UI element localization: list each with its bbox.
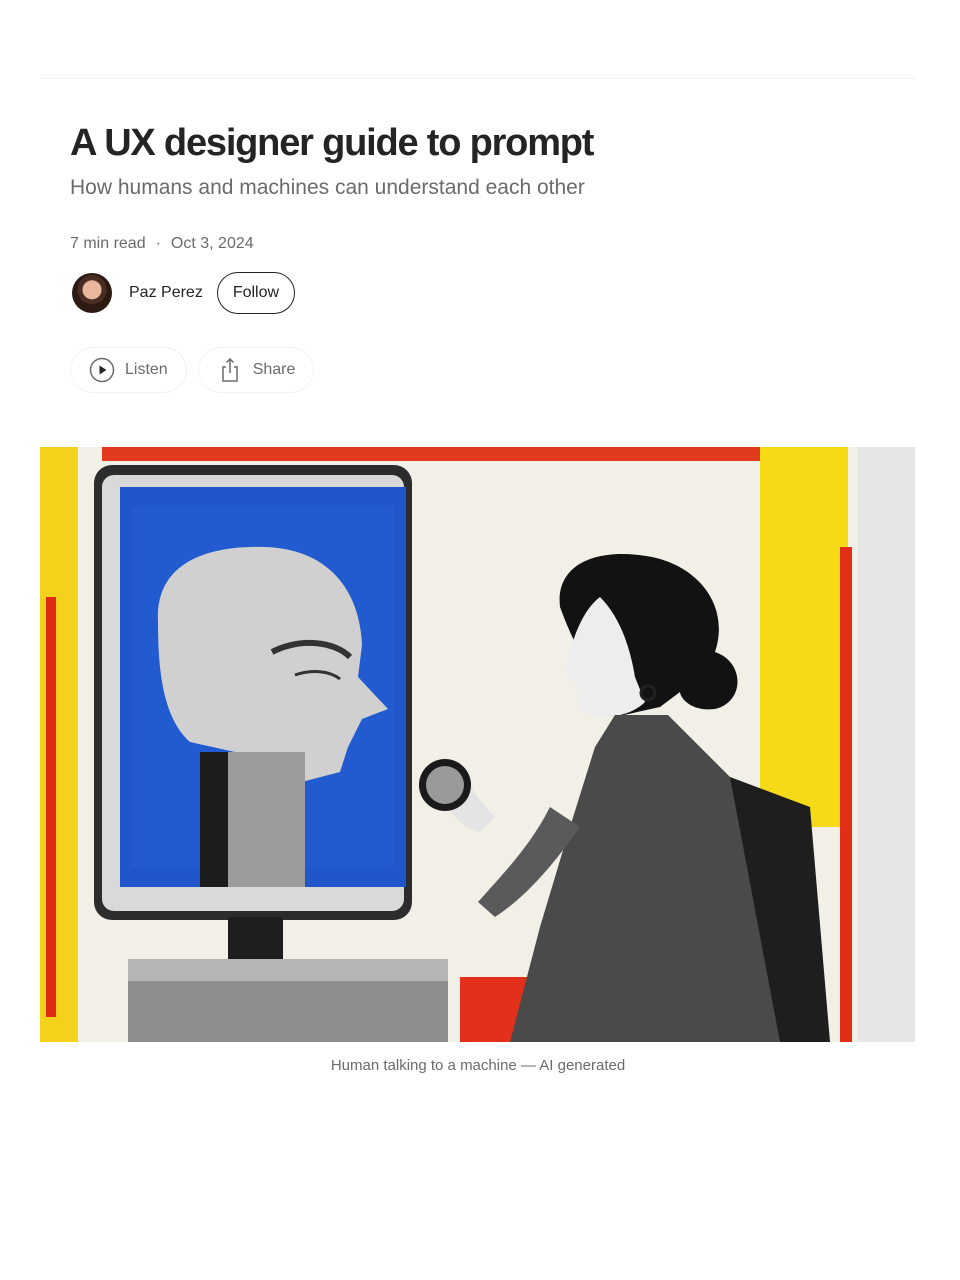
top-divider	[40, 78, 916, 79]
meta-separator: ·	[155, 235, 161, 252]
share-button[interactable]: Share	[197, 347, 315, 393]
hero-image	[40, 447, 915, 1042]
share-label: Share	[252, 361, 296, 378]
publish-date: Oct 3, 2024	[170, 235, 254, 252]
article-page: A UX designer guide to prompt How humans…	[0, 0, 960, 1280]
article-meta: 7 min read · Oct 3, 2024	[70, 235, 254, 253]
follow-button[interactable]: Follow	[216, 272, 296, 314]
action-row: Listen Share	[70, 347, 315, 393]
author-row: Paz Perez Follow	[72, 272, 296, 314]
hero-illustration	[40, 447, 915, 1042]
author-name[interactable]: Paz Perez	[129, 284, 203, 302]
article-subtitle: How humans and machines can understand e…	[70, 176, 585, 199]
avatar[interactable]	[72, 273, 112, 313]
read-time: 7 min read	[70, 235, 146, 252]
listen-button[interactable]: Listen	[70, 347, 187, 393]
hero-caption: Human talking to a machine — AI generate…	[330, 1057, 626, 1074]
article-title: A UX designer guide to prompt	[70, 122, 594, 164]
share-icon	[221, 357, 238, 382]
play-circle-icon	[89, 357, 115, 383]
listen-label: Listen	[125, 361, 168, 378]
